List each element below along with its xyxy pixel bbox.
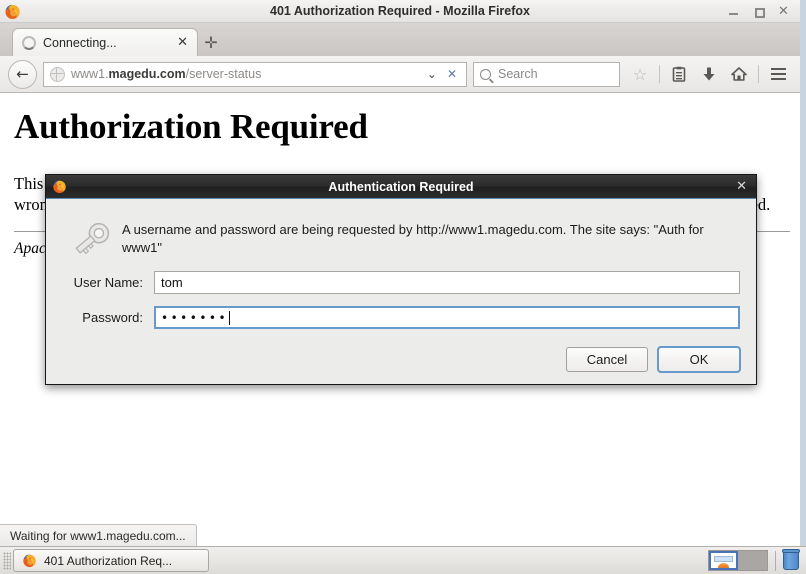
globe-icon — [50, 66, 65, 82]
text-caret — [229, 310, 231, 325]
toolbar-divider-2 — [758, 65, 759, 83]
key-icon — [62, 213, 122, 259]
firefox-icon — [22, 553, 37, 568]
ok-button[interactable]: OK — [657, 346, 741, 373]
desktop-taskbar: 401 Authorization Req... — [0, 546, 806, 574]
username-value: tom — [161, 275, 183, 290]
toolbar-icons: ☆ — [626, 60, 792, 88]
dialog-message: A username and password are being reques… — [122, 222, 704, 255]
status-popup: Waiting for www1.magedu.com... — [0, 524, 197, 546]
dialog-title: Authentication Required — [328, 179, 474, 194]
dialog-close-icon[interactable]: ✕ — [736, 180, 747, 193]
taskbar-item-firefox[interactable]: 401 Authorization Req... — [13, 549, 209, 572]
tray-divider — [775, 550, 776, 571]
tab-close-icon[interactable]: ✕ — [174, 36, 191, 49]
navigation-toolbar: ← www1.magedu.com/server-status ⌄ ✕ Sear… — [0, 56, 800, 93]
workspace-1[interactable] — [709, 551, 738, 570]
tab-connecting[interactable]: Connecting... ✕ — [12, 28, 198, 56]
url-path: /server-status — [185, 67, 262, 81]
search-placeholder: Search — [498, 67, 538, 81]
authentication-dialog: Authentication Required ✕ A username and… — [45, 174, 757, 385]
home-icon[interactable] — [725, 60, 753, 88]
hamburger-lines — [770, 68, 786, 80]
workspace-switcher[interactable] — [708, 550, 768, 571]
firefox-logo-icon — [4, 3, 21, 20]
maximize-button[interactable] — [753, 6, 765, 18]
password-label: Password: — [82, 310, 143, 325]
menu-hamburger-icon[interactable] — [764, 60, 792, 88]
workspace-2[interactable] — [738, 551, 767, 570]
username-input[interactable]: tom — [154, 271, 740, 294]
window-controls: ✕ — [728, 5, 800, 18]
bookmark-star-icon[interactable]: ☆ — [626, 60, 654, 88]
window-title: 401 Authorization Required - Mozilla Fir… — [270, 4, 530, 18]
firefox-logo-icon-dialog — [52, 179, 67, 194]
minimize-button[interactable] — [728, 6, 739, 17]
url-host: magedu.com — [108, 67, 186, 81]
dialog-titlebar: Authentication Required ✕ — [46, 175, 756, 199]
taskbar-grip-handle[interactable] — [3, 551, 11, 570]
cancel-button[interactable]: Cancel — [566, 347, 648, 372]
page-title: Authorization Required — [14, 107, 368, 146]
window-titlebar: 401 Authorization Required - Mozilla Fir… — [0, 0, 800, 23]
password-row: Password: ••••••• — [62, 306, 740, 329]
new-tab-button[interactable]: ✛ — [198, 28, 224, 56]
username-row: User Name: tom — [62, 271, 740, 294]
password-value: ••••••• — [161, 310, 229, 325]
taskbar-item-label: 401 Authorization Req... — [44, 553, 173, 568]
search-icon — [480, 68, 491, 80]
spinner-icon — [22, 35, 36, 50]
url-subdomain: www1. — [71, 67, 109, 81]
trash-icon[interactable] — [782, 549, 800, 570]
tab-strip: Connecting... ✕ ✛ — [0, 23, 800, 56]
back-button[interactable]: ← — [8, 59, 37, 89]
tab-label: Connecting... — [43, 35, 117, 50]
url-bar[interactable]: www1.magedu.com/server-status ⌄ ✕ — [43, 61, 467, 87]
password-input[interactable]: ••••••• — [154, 306, 740, 329]
close-window-button[interactable]: ✕ — [778, 5, 789, 18]
chevron-down-icon[interactable]: ⌄ — [422, 67, 442, 81]
reading-list-icon[interactable] — [665, 60, 693, 88]
toolbar-divider — [659, 65, 660, 83]
url-text: www1.magedu.com/server-status — [71, 67, 422, 81]
taskbar-tray — [708, 549, 806, 571]
username-label: User Name: — [73, 275, 143, 290]
dialog-message-row: A username and password are being reques… — [62, 213, 740, 259]
dialog-body: A username and password are being reques… — [46, 199, 756, 384]
stop-loading-icon[interactable]: ✕ — [442, 67, 462, 81]
status-text: Waiting for www1.magedu.com... — [10, 528, 186, 543]
search-bar[interactable]: Search — [473, 61, 620, 87]
downloads-icon[interactable] — [695, 60, 723, 88]
dialog-buttons: Cancel OK — [62, 346, 741, 373]
